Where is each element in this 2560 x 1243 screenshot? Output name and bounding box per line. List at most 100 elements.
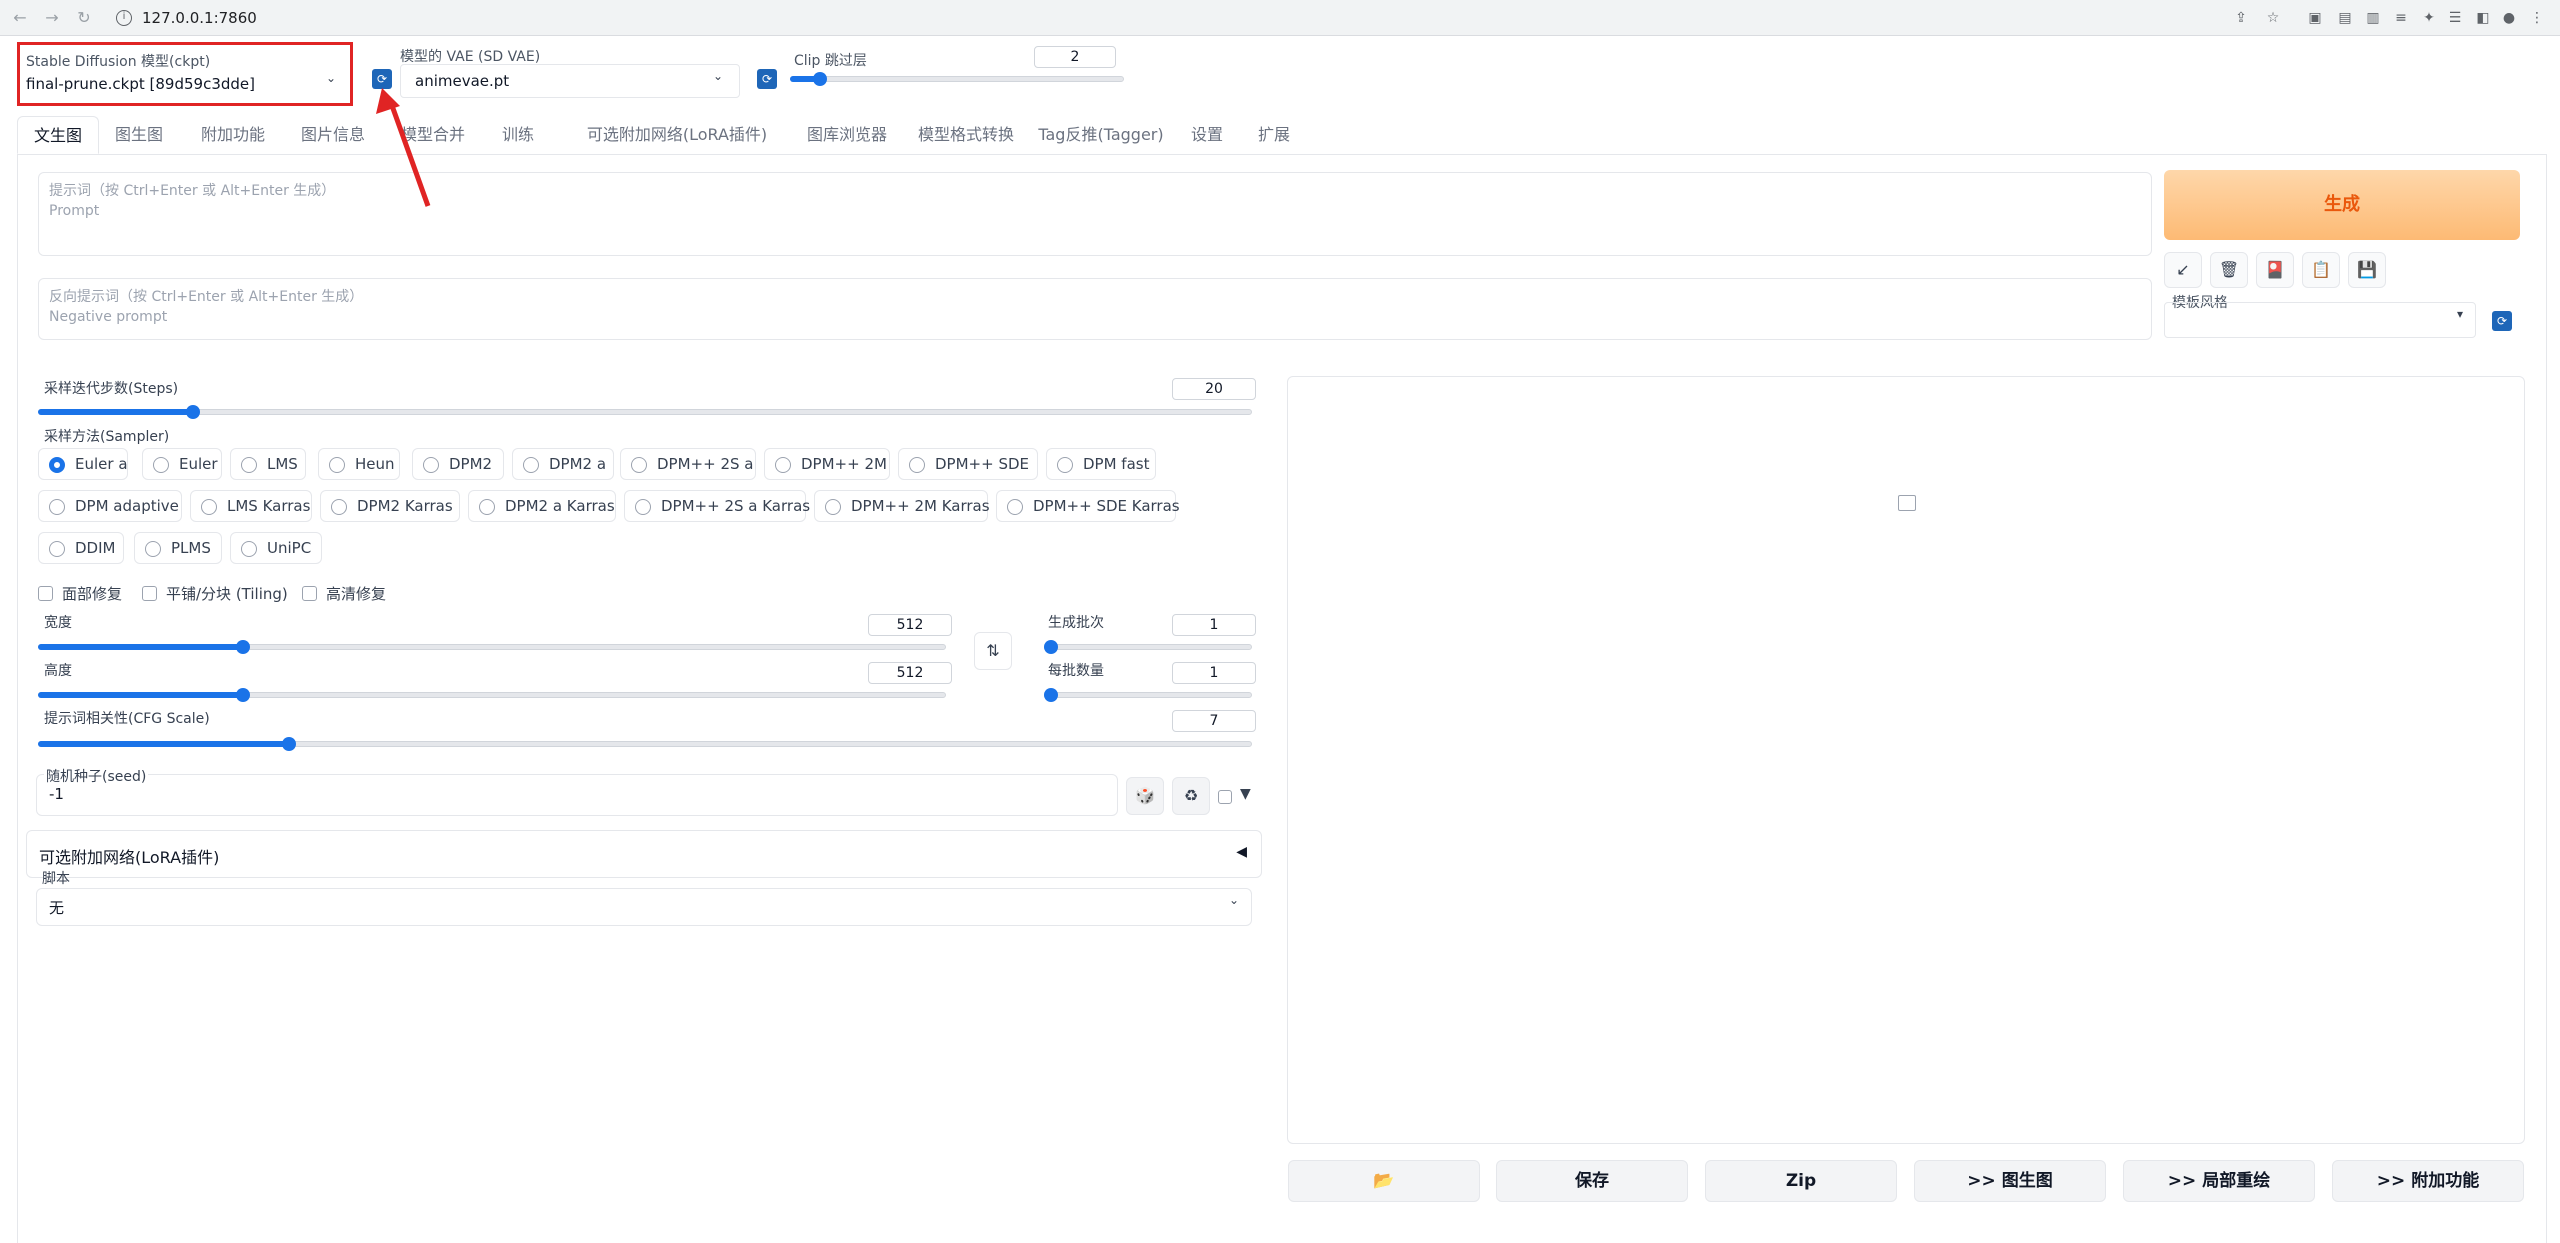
extra-seed-checkbox[interactable] xyxy=(1218,790,1232,804)
tab-gallery[interactable]: 图库浏览器 xyxy=(791,116,903,154)
expand-triangle-icon[interactable]: ▼ xyxy=(1240,786,1251,802)
refresh-style-button[interactable]: ⟳ xyxy=(2492,311,2512,331)
radio-dot[interactable] xyxy=(49,499,65,515)
sampler-option[interactable]: DPM2 xyxy=(412,448,504,480)
batch-count-input[interactable]: 1 xyxy=(1172,614,1256,636)
sampler-option[interactable]: DPM++ SDE Karras xyxy=(996,490,1180,522)
width-slider-thumb[interactable] xyxy=(236,640,251,654)
sampler-option[interactable]: LMS xyxy=(230,448,306,480)
face-restore-checkbox[interactable]: 面部修复 xyxy=(38,584,122,604)
ckpt-value[interactable]: final-prune.ckpt [89d59c3dde] xyxy=(26,75,344,93)
reload-icon[interactable]: ↻ xyxy=(74,8,94,28)
radio-dot[interactable] xyxy=(201,499,217,515)
checkbox-box[interactable] xyxy=(302,586,317,601)
clip-slider-track[interactable] xyxy=(790,76,1124,82)
radio-dot[interactable] xyxy=(1007,499,1023,515)
sampler-option[interactable]: DPM2 Karras xyxy=(320,490,460,522)
radio-dot[interactable] xyxy=(241,457,257,473)
trash-icon[interactable]: 🗑 xyxy=(2210,252,2248,288)
batch-size-slider-thumb[interactable] xyxy=(1044,688,1058,702)
folder-icon[interactable]: 📂 xyxy=(1288,1160,1480,1202)
tab-settings[interactable]: 设置 xyxy=(1167,116,1247,154)
radio-dot[interactable] xyxy=(241,541,257,557)
radio-dot[interactable] xyxy=(635,499,651,515)
sampler-option[interactable]: DPM fast xyxy=(1046,448,1156,480)
tab-convert[interactable]: 模型格式转换 xyxy=(897,116,1035,154)
clipboard-icon[interactable]: 📋 xyxy=(2302,252,2340,288)
sidebar-icon[interactable]: ◧ xyxy=(2474,9,2492,27)
sampler-option[interactable]: DDIM xyxy=(38,532,124,564)
radio-dot[interactable] xyxy=(49,541,65,557)
sampler-option[interactable]: DPM++ 2S a xyxy=(620,448,756,480)
radio-dot[interactable] xyxy=(329,457,345,473)
read-params-button[interactable]: ↙ xyxy=(2164,252,2202,288)
send-to-extras-button[interactable]: >> 附加功能 xyxy=(2332,1160,2524,1202)
sampler-option[interactable]: DPM adaptive xyxy=(38,490,182,522)
batch-count-slider-thumb[interactable] xyxy=(1044,640,1058,654)
recycle-icon[interactable]: ♻ xyxy=(1172,777,1210,815)
extension-icon[interactable]: ▤ xyxy=(2336,9,2354,27)
extension-icon[interactable]: ≡ xyxy=(2392,9,2410,27)
negative-prompt-textarea[interactable]: 反向提示词（按 Ctrl+Enter 或 Alt+Enter 生成） Negat… xyxy=(38,278,2152,340)
checkbox-box[interactable] xyxy=(38,586,53,601)
star-icon[interactable]: ☆ xyxy=(2264,9,2282,27)
sampler-option[interactable]: DPM++ 2S a Karras xyxy=(624,490,810,522)
sampler-option[interactable]: PLMS xyxy=(134,532,222,564)
steps-input[interactable]: 20 xyxy=(1172,378,1256,400)
radio-dot[interactable] xyxy=(825,499,841,515)
save-style-icon[interactable]: 💾 xyxy=(2348,252,2386,288)
save-button[interactable]: 保存 xyxy=(1496,1160,1688,1202)
radio-dot[interactable] xyxy=(49,457,65,473)
swap-dimensions-button[interactable]: ⇅ xyxy=(974,632,1012,670)
sampler-option[interactable]: DPM2 a xyxy=(512,448,614,480)
clip-slider-thumb[interactable] xyxy=(813,72,828,86)
back-arrow-icon[interactable]: ← xyxy=(10,8,30,28)
share-icon[interactable]: ⇪ xyxy=(2232,9,2250,27)
chevron-down-icon[interactable]: ▾ xyxy=(2457,307,2463,321)
chevron-down-icon[interactable]: ⌄ xyxy=(326,71,336,85)
radio-dot[interactable] xyxy=(145,541,161,557)
playlist-icon[interactable]: ☰ xyxy=(2446,9,2464,27)
tab-txt2img[interactable]: 文生图 xyxy=(17,116,99,154)
seed-input[interactable]: -1 xyxy=(36,774,1118,816)
tab-train[interactable]: 训练 xyxy=(483,116,553,154)
puzzle-icon[interactable]: ✦ xyxy=(2420,9,2438,27)
chevron-down-icon[interactable]: ⌄ xyxy=(713,69,723,83)
ckpt-selector[interactable]: Stable Diffusion 模型(ckpt) final-prune.ck… xyxy=(17,42,353,106)
sampler-option[interactable]: DPM++ 2M xyxy=(764,448,890,480)
sampler-option[interactable]: Heun xyxy=(318,448,400,480)
hires-checkbox[interactable]: 高清修复 xyxy=(302,584,386,604)
tab-img2img[interactable]: 图生图 xyxy=(99,116,179,154)
radio-dot[interactable] xyxy=(631,457,647,473)
sampler-option[interactable]: DPM++ 2M Karras xyxy=(814,490,990,522)
url-text[interactable]: 127.0.0.1:7860 xyxy=(142,9,257,27)
sampler-option[interactable]: Euler xyxy=(142,448,222,480)
tab-extras[interactable]: 附加功能 xyxy=(183,116,283,154)
prompt-textarea[interactable]: 提示词（按 Ctrl+Enter 或 Alt+Enter 生成） Prompt xyxy=(38,172,2152,256)
script-select[interactable]: 无 ⌄ xyxy=(36,888,1252,926)
radio-dot[interactable] xyxy=(423,457,439,473)
vae-selector[interactable]: 模型的 VAE (SD VAE) animevae.pt ⌄ xyxy=(400,46,740,98)
batch-count-slider-track[interactable] xyxy=(1044,644,1252,650)
tab-png-info[interactable]: 图片信息 xyxy=(283,116,383,154)
extension-icon[interactable]: ▣ xyxy=(2306,9,2324,27)
tab-extensions[interactable]: 扩展 xyxy=(1239,116,1309,154)
vae-select[interactable]: animevae.pt ⌄ xyxy=(400,64,740,98)
forward-arrow-icon[interactable]: → xyxy=(42,8,62,28)
extension-icon[interactable]: ▥ xyxy=(2364,9,2382,27)
cfg-input[interactable]: 7 xyxy=(1172,710,1256,732)
batch-size-slider-track[interactable] xyxy=(1044,692,1252,698)
radio-dot[interactable] xyxy=(331,499,347,515)
radio-dot[interactable] xyxy=(523,457,539,473)
sampler-option[interactable]: DPM2 a Karras xyxy=(468,490,616,522)
sampler-option[interactable]: Euler a xyxy=(38,448,128,480)
steps-slider-track[interactable] xyxy=(38,409,1252,415)
refresh-vae-button[interactable]: ⟳ xyxy=(757,69,777,89)
send-to-img2img-button[interactable]: >> 图生图 xyxy=(1914,1160,2106,1202)
batch-size-input[interactable]: 1 xyxy=(1172,662,1256,684)
steps-slider-thumb[interactable] xyxy=(185,405,200,419)
height-slider-thumb[interactable] xyxy=(236,688,251,702)
sampler-option[interactable]: LMS Karras xyxy=(190,490,312,522)
height-input[interactable]: 512 xyxy=(868,662,952,684)
style-select[interactable]: ▾ xyxy=(2164,302,2476,338)
